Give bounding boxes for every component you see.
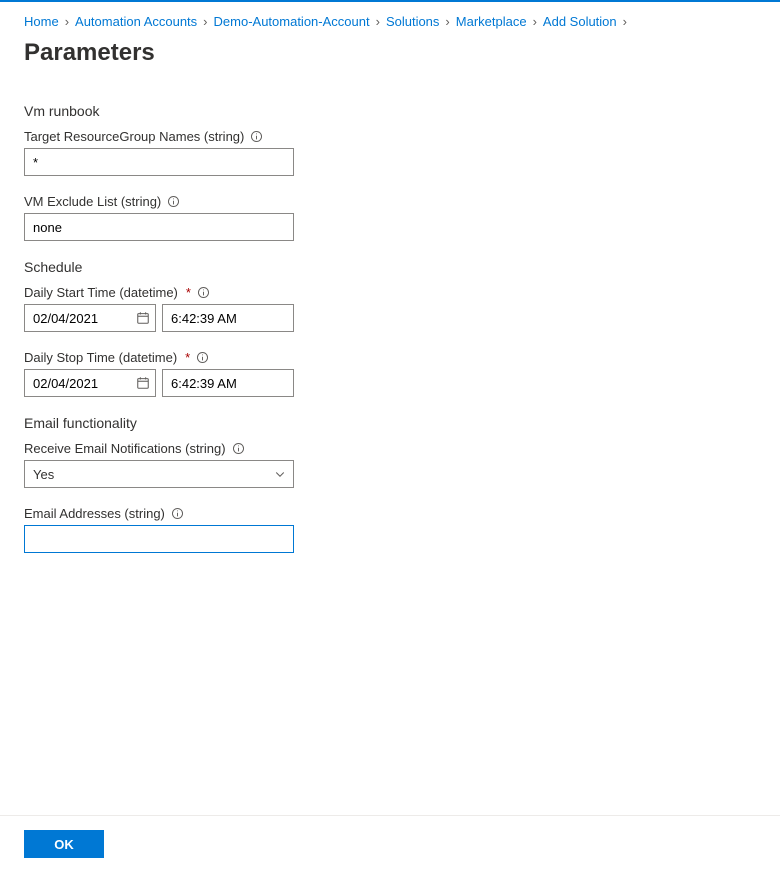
label-receive-email: Receive Email Notifications (string) (24, 441, 226, 456)
daily-stop-time-input[interactable] (162, 369, 294, 397)
info-icon[interactable] (196, 351, 209, 364)
required-indicator: * (185, 350, 190, 365)
vm-exclude-list-input[interactable] (24, 213, 294, 241)
ok-button[interactable]: OK (24, 830, 104, 858)
breadcrumb-add-solution[interactable]: Add Solution (543, 14, 617, 29)
label-daily-start: Daily Start Time (datetime) (24, 285, 178, 300)
select-value: Yes (33, 467, 54, 482)
chevron-right-icon: › (203, 14, 207, 29)
chevron-right-icon: › (445, 14, 449, 29)
label-target-rg: Target ResourceGroup Names (string) (24, 129, 244, 144)
receive-email-select[interactable]: Yes (24, 460, 294, 488)
daily-start-date-input[interactable] (24, 304, 156, 332)
chevron-right-icon: › (376, 14, 380, 29)
section-schedule: Schedule (24, 259, 756, 275)
footer: OK (0, 815, 780, 872)
required-indicator: * (186, 285, 191, 300)
info-icon[interactable] (171, 507, 184, 520)
chevron-right-icon: › (533, 14, 537, 29)
label-exclude-list: VM Exclude List (string) (24, 194, 161, 209)
breadcrumb-demo-account[interactable]: Demo-Automation-Account (214, 14, 370, 29)
breadcrumb-solutions[interactable]: Solutions (386, 14, 439, 29)
email-addresses-input[interactable] (24, 525, 294, 553)
info-icon[interactable] (197, 286, 210, 299)
info-icon[interactable] (250, 130, 263, 143)
info-icon[interactable] (167, 195, 180, 208)
breadcrumb-automation-accounts[interactable]: Automation Accounts (75, 14, 197, 29)
breadcrumb-home[interactable]: Home (24, 14, 59, 29)
chevron-right-icon: › (65, 14, 69, 29)
section-vm-runbook: Vm runbook (24, 103, 756, 119)
target-resourcegroup-input[interactable] (24, 148, 294, 176)
info-icon[interactable] (232, 442, 245, 455)
section-email: Email functionality (24, 415, 756, 431)
label-daily-stop: Daily Stop Time (datetime) (24, 350, 177, 365)
page-title: Parameters (24, 39, 756, 67)
breadcrumb: Home › Automation Accounts › Demo-Automa… (24, 14, 756, 29)
label-email-addresses: Email Addresses (string) (24, 506, 165, 521)
daily-start-time-input[interactable] (162, 304, 294, 332)
chevron-right-icon: › (623, 14, 627, 29)
daily-stop-date-input[interactable] (24, 369, 156, 397)
breadcrumb-marketplace[interactable]: Marketplace (456, 14, 527, 29)
